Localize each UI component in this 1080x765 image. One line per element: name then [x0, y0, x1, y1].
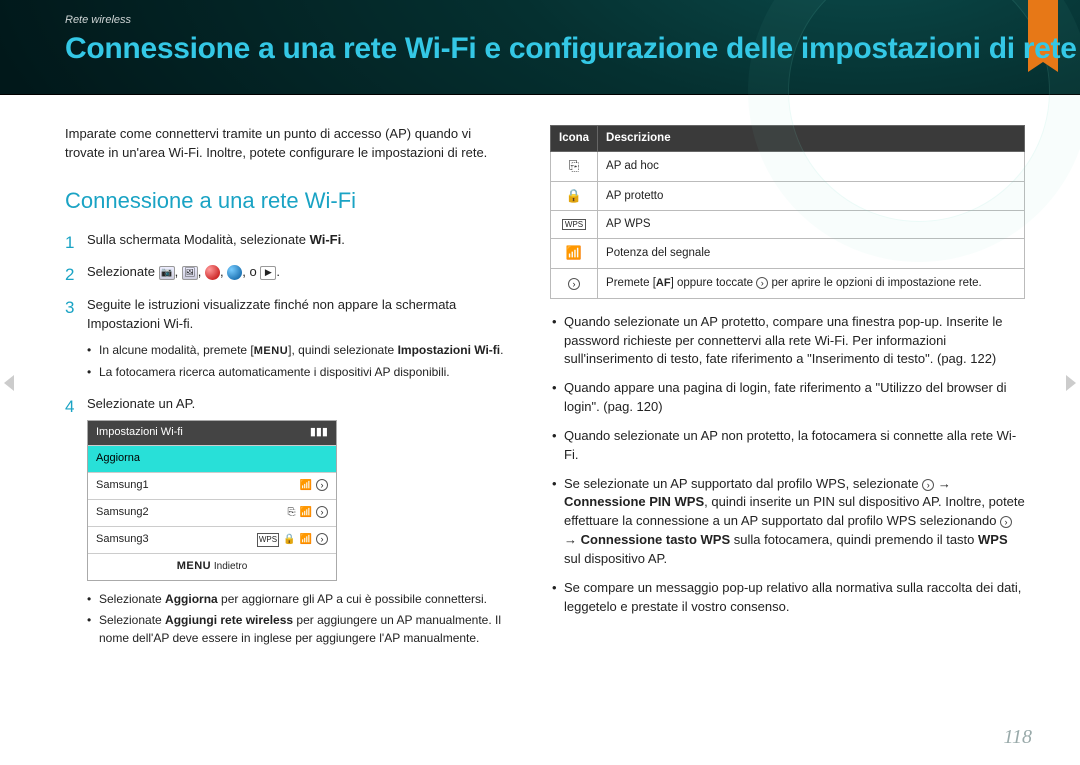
- mock-ap-row: Samsung3 WPS 🔒 📶 ›: [88, 526, 336, 553]
- step-1: 1 Sulla schermata Modalità, selezionate …: [65, 231, 510, 250]
- signal-icon: 📶: [300, 533, 312, 548]
- options-icon: ›: [1000, 516, 1012, 528]
- page-number: 118: [1003, 726, 1032, 749]
- mode-icon-4: [227, 265, 242, 280]
- sub-item: La fotocamera ricerca automaticamente i …: [87, 364, 510, 381]
- left-column: Imparate come connettervi tramite un pun…: [35, 125, 510, 661]
- step-number: 1: [65, 231, 74, 256]
- step-3: 3 Seguite le istruzioni visualizzate fin…: [65, 296, 510, 381]
- step-3-sublist: In alcune modalità, premete [MENU], quin…: [87, 342, 510, 381]
- step-text: Selezionate un AP.: [87, 396, 195, 411]
- ap-icons: WPS 🔒 📶 ›: [257, 533, 328, 548]
- mode-icon-1: 📷: [159, 266, 175, 280]
- options-icon: ›: [316, 506, 328, 518]
- step-text: Seguite le istruzioni visualizzate finch…: [87, 297, 456, 331]
- table-row: 📶Potenza del segnale: [551, 239, 1025, 269]
- step-number: 4: [65, 395, 74, 420]
- sub-item: Selezionate Aggiungi rete wireless per a…: [87, 612, 510, 647]
- sub-item: Selezionate Aggiorna per aggiornare gli …: [87, 591, 510, 608]
- desc-cell: Premete [AF] oppure toccate › per aprire…: [598, 268, 1025, 298]
- section-heading: Connessione a una rete Wi-Fi: [65, 185, 510, 217]
- bullet-item: Quando selezionate un AP non protetto, l…: [550, 427, 1025, 465]
- signal-icon: 📶: [300, 506, 312, 521]
- prev-page-arrow[interactable]: [4, 375, 14, 391]
- step-bold: Wi-Fi: [310, 232, 342, 247]
- ap-icons: ⎘ 📶 ›: [288, 506, 328, 521]
- menu-key-icon: MENU: [254, 345, 288, 357]
- mock-titlebar: Impostazioni Wi-fi ▮▮▮: [88, 421, 336, 445]
- ap-icons: 📶›: [300, 479, 328, 494]
- steps-list: 1 Sulla schermata Modalità, selezionate …: [35, 231, 510, 647]
- mode-icon-5: ▶: [260, 266, 276, 280]
- breadcrumb: Rete wireless: [65, 14, 131, 26]
- ap-name: Samsung1: [96, 478, 149, 494]
- desc-cell: Potenza del segnale: [598, 239, 1025, 269]
- wifi-settings-mock: Impostazioni Wi-fi ▮▮▮ Aggiorna Samsung1…: [87, 420, 337, 581]
- bullet-item: Se selezionate un AP supportato dal prof…: [550, 475, 1025, 569]
- step-2: 2 Selezionate 📷, 🖼, , , o ▶.: [65, 263, 510, 282]
- mock-ap-row: Samsung1 📶›: [88, 472, 336, 499]
- next-page-arrow[interactable]: [1066, 375, 1076, 391]
- bullet-item: Quando selezionate un AP protetto, compa…: [550, 313, 1025, 370]
- after-screen-list: Selezionate Aggiorna per aggiornare gli …: [87, 591, 510, 647]
- th-icon: Icona: [551, 126, 598, 152]
- wps-icon: WPS: [257, 533, 279, 548]
- mock-footer: MENU Indietro: [88, 553, 336, 580]
- ap-name: Samsung2: [96, 505, 149, 521]
- step-number: 2: [65, 263, 74, 288]
- lock-icon: 🔒: [551, 181, 598, 211]
- options-icon: ›: [756, 277, 768, 289]
- lock-icon: 🔒: [283, 533, 295, 548]
- bullet-item: Quando appare una pagina di login, fate …: [550, 379, 1025, 417]
- mode-icon-2: 🖼: [182, 266, 198, 280]
- mode-icon-3: [205, 265, 220, 280]
- mock-ap-row: Samsung2 ⎘ 📶 ›: [88, 499, 336, 526]
- signal-icon: 📶: [300, 479, 312, 494]
- adhoc-icon: ⎘: [288, 506, 296, 521]
- back-label: Indietro: [214, 561, 247, 572]
- bullet-item: Se compare un messaggio pop-up relativo …: [550, 579, 1025, 617]
- mock-refresh-row: Aggiorna: [88, 445, 336, 472]
- signal-icon: 📶: [551, 239, 598, 269]
- right-bullet-list: Quando selezionate un AP protetto, compa…: [550, 313, 1025, 617]
- menu-key-icon: MENU: [177, 560, 211, 572]
- options-icon: ›: [316, 533, 328, 545]
- header-band: Rete wireless Connessione a una rete Wi-…: [0, 0, 1080, 95]
- step-text: Sulla schermata Modalità, selezionate: [87, 232, 310, 247]
- ap-name: Samsung3: [96, 532, 149, 548]
- step-number: 3: [65, 296, 74, 321]
- adhoc-icon: ⎘: [551, 151, 598, 181]
- step-4: 4 Selezionate un AP. Impostazioni Wi-fi …: [65, 395, 510, 647]
- options-icon: ›: [922, 479, 934, 491]
- options-icon: ›: [316, 479, 328, 491]
- sub-item: In alcune modalità, premete [MENU], quin…: [87, 342, 510, 360]
- options-icon: ›: [551, 268, 598, 298]
- intro-text: Imparate come connettervi tramite un pun…: [35, 125, 510, 163]
- step-text: Selezionate: [87, 264, 159, 279]
- battery-icon: ▮▮▮: [310, 425, 328, 441]
- table-row: › Premete [AF] oppure toccate › per apri…: [551, 268, 1025, 298]
- page-title: Connessione a una rete Wi-Fi e configura…: [65, 32, 1077, 66]
- mock-title: Impostazioni Wi-fi: [96, 425, 183, 441]
- wps-icon: WPS: [551, 211, 598, 239]
- af-key-icon: AF: [656, 277, 671, 289]
